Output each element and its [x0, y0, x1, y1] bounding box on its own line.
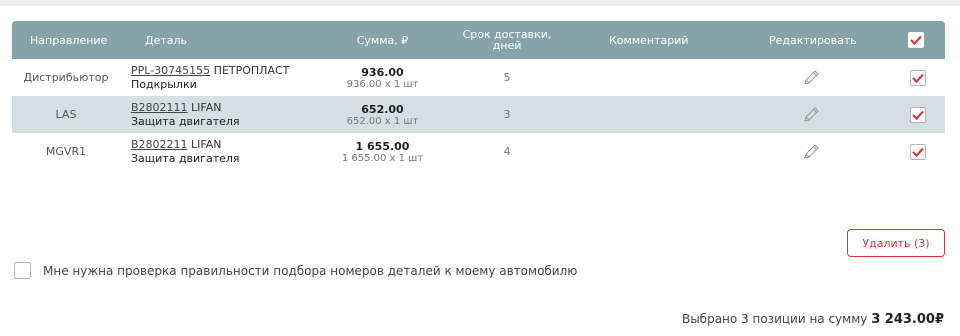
header-direction: Направление	[30, 33, 108, 47]
verify-parts-label: Мне нужна проверка правильности подбора …	[43, 263, 578, 278]
edit-button[interactable]	[800, 59, 822, 96]
row-direction: MGVR1	[45, 145, 87, 158]
checkmark-icon	[912, 147, 924, 157]
row-delivery-days: 5	[503, 71, 511, 84]
row-unit-price: 1 655.00 x 1 шт	[341, 152, 424, 164]
checkmark-icon	[912, 110, 924, 120]
row-checkbox[interactable]	[910, 143, 926, 160]
row-direction: Дистрибьютор	[23, 71, 109, 84]
header-comment: Комментарий	[609, 33, 689, 47]
row-checkbox[interactable]	[910, 106, 926, 123]
row-checkbox-wrap[interactable]	[908, 59, 928, 96]
row-sum: 652.00 652.00 x 1 шт	[330, 96, 435, 133]
select-all-checkbox-wrap[interactable]	[908, 21, 924, 59]
row-sum: 1 655.00 1 655.00 x 1 шт	[330, 133, 435, 170]
row-direction: LAS	[55, 108, 77, 121]
pencil-icon	[804, 143, 819, 159]
row-checkbox-wrap[interactable]	[908, 96, 928, 133]
row-checkbox-wrap[interactable]	[908, 133, 928, 170]
table-header: Направление Деталь Сумма, ₽ Срок доставк…	[12, 21, 945, 59]
part-brand: LIFAN	[191, 138, 222, 151]
part-brand: LIFAN	[191, 101, 222, 114]
part-code-link[interactable]: PPL-30745155	[131, 64, 210, 77]
header-sum: Сумма, ₽	[356, 33, 409, 47]
part-code-link[interactable]: B2802211	[131, 138, 188, 151]
edit-button[interactable]	[800, 133, 822, 170]
summary-amount: 3 243.00₽	[871, 312, 944, 327]
row-delivery-days: 3	[503, 108, 511, 121]
row-detail: B2802211 LIFAN Защита двигателя	[131, 133, 341, 170]
top-divider	[0, 0, 960, 6]
table-row: Дистрибьютор PPL-30745155 ПЕТРОПЛАСТ Под…	[12, 59, 945, 96]
edit-button[interactable]	[800, 96, 822, 133]
select-all-checkbox[interactable]	[908, 32, 924, 48]
header-edit: Редактировать	[769, 33, 857, 47]
delete-selected-button[interactable]: Удалить (3)	[847, 229, 945, 257]
row-total: 652.00	[361, 102, 404, 116]
summary-text: Выбрано 3 позиции на сумму	[681, 312, 868, 326]
row-detail: B2802111 LIFAN Защита двигателя	[131, 96, 341, 133]
row-delivery-days: 4	[503, 145, 511, 158]
pencil-icon	[804, 69, 819, 85]
row-unit-price: 936.00 x 1 шт	[346, 78, 419, 90]
row-detail: PPL-30745155 ПЕТРОПЛАСТ Подкрылки	[131, 59, 341, 96]
verify-parts-checkbox[interactable]	[14, 262, 31, 279]
row-checkbox[interactable]	[910, 69, 926, 86]
header-delivery: Срок доставки, дней	[462, 28, 552, 52]
row-unit-price: 652.00 x 1 шт	[346, 115, 419, 127]
verify-parts-option[interactable]: Мне нужна проверка правильности подбора …	[14, 262, 577, 279]
part-brand: ПЕТРОПЛАСТ	[213, 64, 290, 77]
part-name: Защита двигателя	[131, 152, 240, 165]
pencil-icon	[804, 106, 819, 122]
checkmark-icon	[912, 73, 924, 83]
selection-summary: Выбрано 3 позиции на сумму 3 243.00₽	[682, 312, 944, 327]
part-name: Защита двигателя	[131, 115, 240, 128]
row-total: 1 655.00	[355, 139, 410, 153]
row-sum: 936.00 936.00 x 1 шт	[330, 59, 435, 96]
table-row: MGVR1 B2802211 LIFAN Защита двигателя 1 …	[12, 133, 945, 170]
part-name: Подкрылки	[131, 78, 197, 91]
table-row: LAS B2802111 LIFAN Защита двигателя 652.…	[12, 96, 945, 133]
row-total: 936.00	[361, 65, 404, 79]
part-code-link[interactable]: B2802111	[131, 101, 188, 114]
cart-table: Направление Деталь Сумма, ₽ Срок доставк…	[12, 21, 945, 170]
checkmark-icon	[910, 35, 922, 45]
header-detail: Деталь	[145, 33, 188, 47]
